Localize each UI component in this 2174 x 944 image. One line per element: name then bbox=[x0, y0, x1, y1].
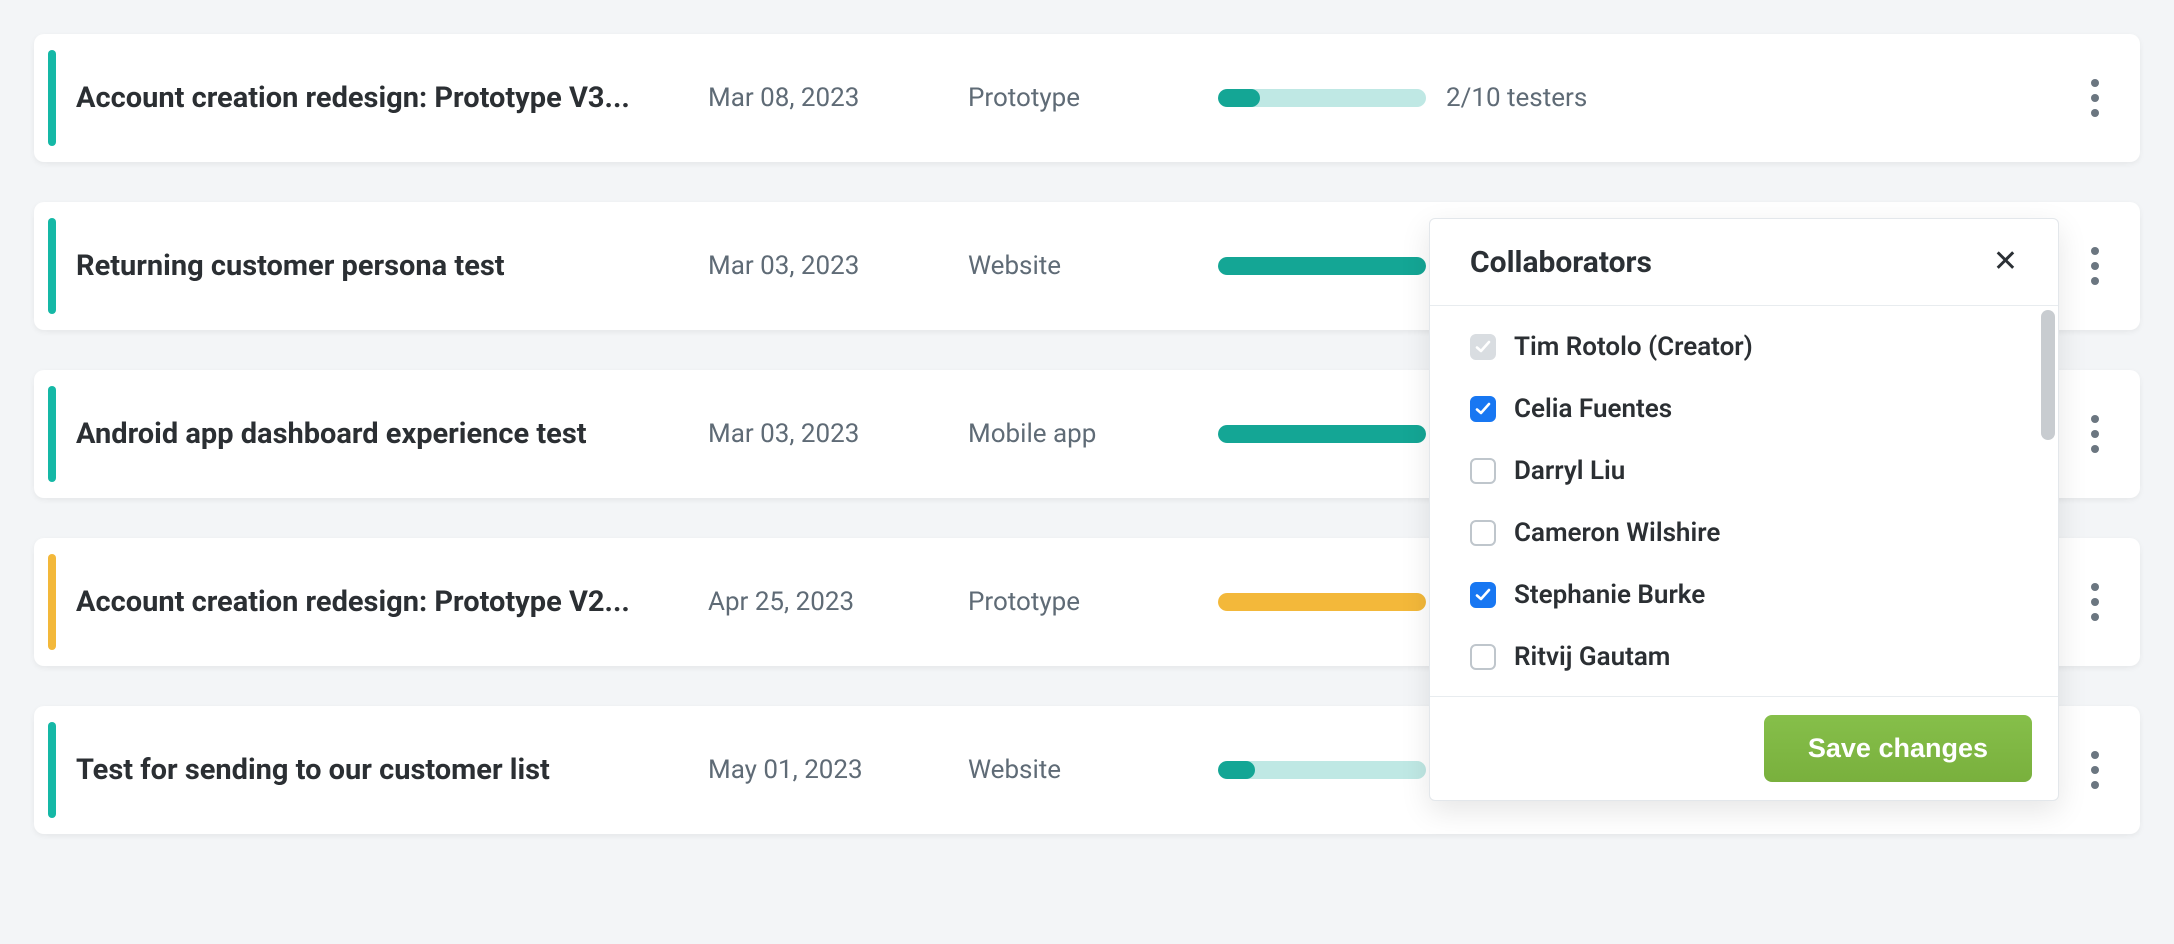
progress-fill bbox=[1218, 593, 1426, 611]
kebab-menu-icon[interactable] bbox=[2075, 574, 2115, 630]
row-menu-cell bbox=[2050, 70, 2140, 126]
popover-title: Collaborators bbox=[1470, 245, 1652, 280]
progress-fill bbox=[1218, 257, 1426, 275]
scrollbar-thumb[interactable] bbox=[2041, 310, 2055, 440]
row-accent bbox=[48, 554, 56, 650]
progress-bar bbox=[1218, 425, 1426, 443]
row-type: Website bbox=[968, 251, 1218, 281]
collaborator-name: Stephanie Burke bbox=[1514, 580, 1705, 610]
progress-fill bbox=[1218, 761, 1255, 779]
collaborator-row[interactable]: Celia Fuentes bbox=[1470, 378, 2018, 440]
row-accent bbox=[48, 218, 56, 314]
collaborator-row[interactable]: Ritvij Gautam bbox=[1470, 626, 2018, 688]
row-menu-cell bbox=[2050, 406, 2140, 462]
collaborator-checkbox[interactable] bbox=[1470, 520, 1496, 546]
collaborators-popover: Collaborators ✕ Tim Rotolo (Creator) Celi… bbox=[1429, 218, 2059, 801]
row-body: Account creation redesign: Prototype V3.… bbox=[68, 34, 2140, 162]
row-type: Website bbox=[968, 755, 1218, 785]
collaborator-checkbox[interactable] bbox=[1470, 582, 1496, 608]
row-title: Account creation redesign: Prototype V2.… bbox=[68, 585, 708, 619]
collaborator-row[interactable]: Stephanie Burke bbox=[1470, 564, 2018, 626]
collaborator-checkbox[interactable] bbox=[1470, 396, 1496, 422]
row-date: May 01, 2023 bbox=[708, 755, 968, 785]
row-accent bbox=[48, 722, 56, 818]
collaborator-checkbox[interactable] bbox=[1470, 458, 1496, 484]
progress-bar bbox=[1218, 89, 1426, 107]
testers-label: 2/10 testers bbox=[1446, 83, 1587, 113]
row-type: Prototype bbox=[968, 587, 1218, 617]
row-title: Account creation redesign: Prototype V3.… bbox=[68, 81, 708, 115]
row-type: Mobile app bbox=[968, 419, 1218, 449]
collaborator-row[interactable]: Tim Rotolo (Creator) bbox=[1470, 316, 2018, 378]
close-icon[interactable]: ✕ bbox=[1983, 241, 2028, 283]
popover-header: Collaborators ✕ bbox=[1430, 219, 2058, 306]
collaborator-name: Tim Rotolo (Creator) bbox=[1514, 332, 1753, 362]
row-title: Android app dashboard experience test bbox=[68, 417, 708, 451]
collaborator-list: Tim Rotolo (Creator) Celia Fuentes Darryl … bbox=[1430, 306, 2058, 696]
save-changes-button[interactable]: Save changes bbox=[1764, 715, 2032, 782]
progress-bar bbox=[1218, 257, 1426, 275]
collaborator-name: Ritvij Gautam bbox=[1514, 642, 1670, 672]
collaborator-checkbox[interactable] bbox=[1470, 644, 1496, 670]
row-title: Returning customer persona test bbox=[68, 249, 708, 283]
kebab-menu-icon[interactable] bbox=[2075, 406, 2115, 462]
progress-fill bbox=[1218, 89, 1260, 107]
popover-footer: Save changes bbox=[1430, 696, 2058, 800]
collaborator-name: Darryl Liu bbox=[1514, 456, 1625, 486]
row-menu-cell bbox=[2050, 742, 2140, 798]
row-type: Prototype bbox=[968, 83, 1218, 113]
kebab-menu-icon[interactable] bbox=[2075, 70, 2115, 126]
progress-fill bbox=[1218, 425, 1426, 443]
row-menu-cell bbox=[2050, 238, 2140, 294]
row-title: Test for sending to our customer list bbox=[68, 753, 708, 787]
kebab-menu-icon[interactable] bbox=[2075, 742, 2115, 798]
kebab-menu-icon[interactable] bbox=[2075, 238, 2115, 294]
row-accent bbox=[48, 386, 56, 482]
collaborator-name: Celia Fuentes bbox=[1514, 394, 1672, 424]
collaborator-row[interactable]: Darryl Liu bbox=[1470, 440, 2018, 502]
collaborator-row[interactable]: Cameron Wilshire bbox=[1470, 502, 2018, 564]
row-date: Mar 03, 2023 bbox=[708, 251, 968, 281]
row-menu-cell bbox=[2050, 574, 2140, 630]
test-row[interactable]: Account creation redesign: Prototype V3.… bbox=[34, 34, 2140, 162]
collaborator-name: Cameron Wilshire bbox=[1514, 518, 1720, 548]
progress-wrap: 2/10 testers bbox=[1218, 83, 2050, 113]
collaborator-checkbox bbox=[1470, 334, 1496, 360]
row-date: Mar 03, 2023 bbox=[708, 419, 968, 449]
progress-bar bbox=[1218, 593, 1426, 611]
row-date: Mar 08, 2023 bbox=[708, 83, 968, 113]
row-date: Apr 25, 2023 bbox=[708, 587, 968, 617]
row-accent bbox=[48, 50, 56, 146]
progress-bar bbox=[1218, 761, 1426, 779]
